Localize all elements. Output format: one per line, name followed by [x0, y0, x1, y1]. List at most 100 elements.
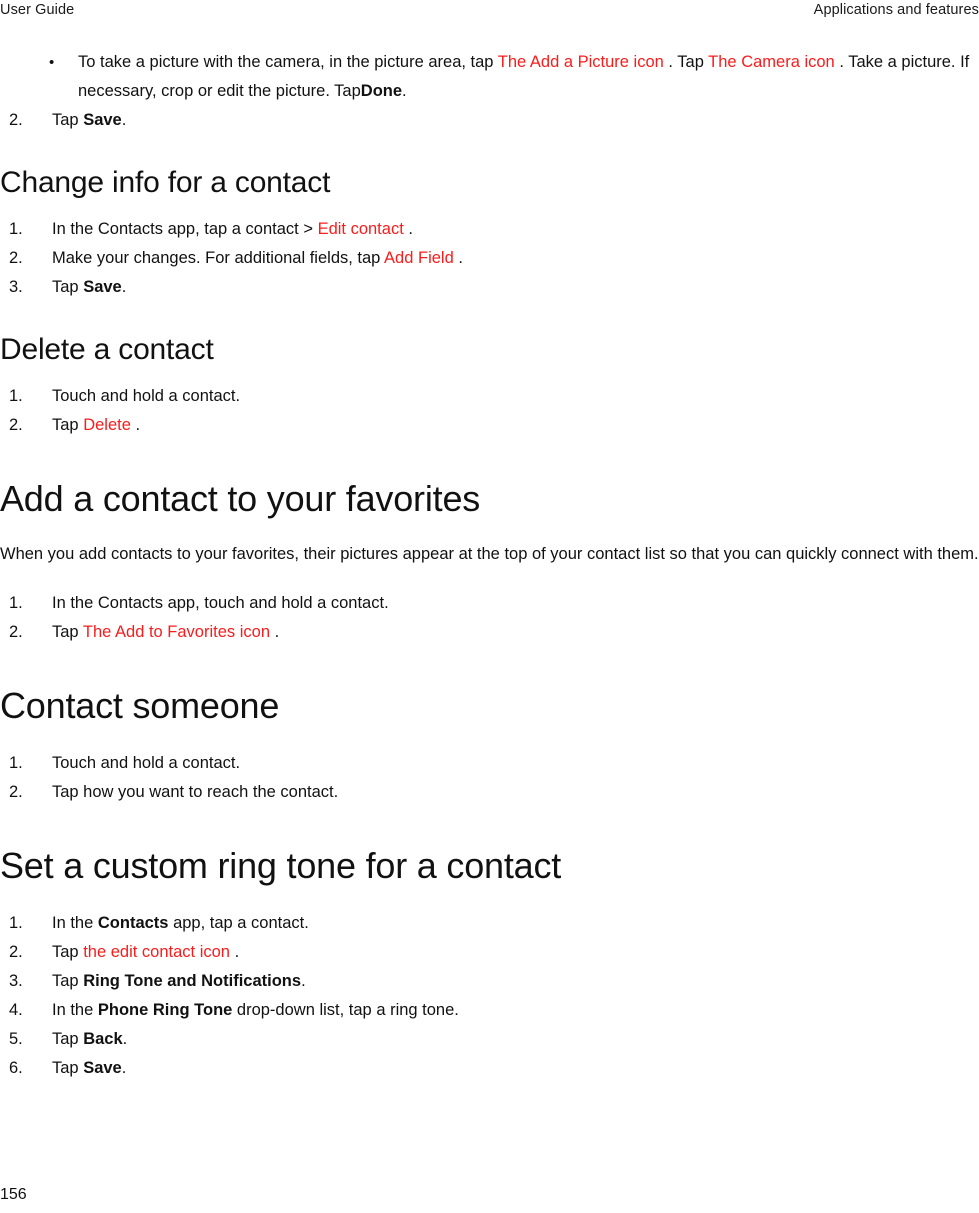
text-fragment: .: [121, 111, 127, 129]
list-item: 2. Tap Delete .: [0, 411, 979, 440]
list-item-text: Tap Delete .: [52, 411, 979, 440]
header-right-label: Applications and features: [813, 2, 979, 18]
list-item-number: 2.: [9, 416, 23, 434]
text-fragment: .: [408, 220, 413, 238]
list-item-text: In the Contacts app, touch and hold a co…: [52, 594, 389, 612]
text-fragment: .: [274, 623, 280, 641]
text-fragment: Make your changes. For additional fields…: [52, 249, 381, 267]
list-item-number: 1.: [9, 914, 23, 932]
list-item: 3. Tap Save.: [0, 273, 979, 302]
text-fragment: Tap: [52, 943, 79, 961]
text-fragment: To take a picture with the camera, in th…: [78, 53, 494, 71]
list-item: 2. Tap The Add to Favorites icon .: [0, 618, 979, 647]
ui-reference[interactable]: The Camera icon: [708, 53, 835, 71]
text-fragment: Tap: [52, 416, 79, 434]
running-header: User Guide Applications and features: [0, 0, 979, 26]
ui-label-bold: Save: [83, 278, 122, 296]
text-fragment: .: [121, 278, 127, 296]
list-item: • To take a picture with the camera, in …: [0, 48, 979, 106]
ui-reference[interactable]: Edit contact: [318, 220, 404, 238]
text-fragment: In the Contacts app, tap a contact >: [52, 220, 313, 238]
list-item-text: Tap the edit contact icon .: [52, 938, 979, 967]
list-item-number: 3.: [9, 278, 23, 296]
section-heading-change-info: Change info for a contact: [0, 166, 331, 199]
ui-label-bold: Save: [83, 1059, 122, 1077]
list-item-text: Tap Save.: [52, 1054, 979, 1083]
list-item: 2. Tap Save.: [0, 106, 979, 135]
section-heading-delete-contact: Delete a contact: [0, 333, 214, 366]
section-heading-contact-someone: Contact someone: [0, 685, 280, 726]
list-item-number: 2.: [9, 111, 23, 129]
list-item: 1. In the Contacts app, touch and hold a…: [0, 589, 979, 618]
text-fragment: Tap: [52, 972, 79, 990]
ui-reference[interactable]: the edit contact icon: [83, 943, 230, 961]
ui-reference[interactable]: The Add a Picture icon: [498, 53, 664, 71]
text-fragment: .: [458, 249, 463, 267]
bullet-marker: •: [49, 54, 55, 71]
steps-list-delete-contact: 1. Touch and hold a contact. 2. Tap Dele…: [0, 382, 979, 440]
text-fragment: Tap: [52, 1059, 79, 1077]
text-fragment: Tap: [52, 278, 79, 296]
section-heading-add-favorites: Add a contact to your favorites: [0, 478, 481, 519]
list-item: 2. Tap how you want to reach the contact…: [0, 778, 979, 807]
text-fragment: .: [402, 82, 407, 100]
steps-list-add-favorites: 1. In the Contacts app, touch and hold a…: [0, 589, 979, 647]
text-fragment: Tap: [52, 623, 79, 641]
list-item-number: 1.: [9, 594, 23, 612]
page-footer: 156: [0, 1185, 979, 1205]
ui-reference[interactable]: The Add to Favorites icon: [83, 623, 270, 641]
list-item-number: 1.: [9, 387, 23, 405]
document-page: User Guide Applications and features • T…: [0, 0, 979, 1213]
text-fragment: . Tap: [668, 53, 704, 71]
section-intro-paragraph: When you add contacts to your favorites,…: [0, 545, 979, 563]
list-item-number: 1.: [9, 220, 23, 238]
section-heading-custom-ring-tone: Set a custom ring tone for a contact: [0, 845, 562, 886]
list-item: 6. Tap Save.: [0, 1054, 979, 1083]
list-item-number: 2.: [9, 249, 23, 267]
list-item: 1. Touch and hold a contact.: [0, 749, 979, 778]
page-number: 156: [0, 1186, 27, 1203]
steps-list-contact-someone: 1. Touch and hold a contact. 2. Tap how …: [0, 749, 979, 807]
text-fragment: .: [301, 972, 306, 990]
list-item-number: 4.: [9, 1001, 23, 1019]
steps-list-custom-ring-tone: 1. In the Contacts app, tap a contact. 2…: [0, 909, 979, 1083]
ui-reference[interactable]: Add Field: [384, 249, 454, 267]
list-item: 2. Make your changes. For additional fie…: [0, 244, 979, 273]
text-fragment: In the: [52, 914, 94, 932]
list-item-number: 1.: [9, 754, 23, 772]
list-item-text: Make your changes. For additional fields…: [52, 244, 979, 273]
text-fragment: .: [122, 1030, 128, 1048]
ui-label-bold: Phone Ring Tone: [97, 1001, 233, 1019]
ui-label-bold: Contacts: [97, 914, 169, 932]
list-item-number: 3.: [9, 972, 23, 990]
list-item-number: 2.: [9, 623, 23, 641]
steps-list-change-info: 1. In the Contacts app, tap a contact > …: [0, 215, 979, 302]
list-item-text: In the Contacts app, tap a contact > Edi…: [52, 215, 979, 244]
list-item-text: To take a picture with the camera, in th…: [78, 48, 979, 106]
ui-reference[interactable]: Delete: [83, 416, 131, 434]
list-item-text: In the Contacts app, tap a contact.: [52, 909, 979, 938]
list-item: 5. Tap Back.: [0, 1025, 979, 1054]
list-item-text: Tap The Add to Favorites icon .: [52, 618, 979, 647]
ui-label-bold: Back: [83, 1030, 123, 1048]
text-fragment: app, tap a contact.: [168, 914, 309, 932]
list-item-text: Tap Save.: [52, 273, 979, 302]
list-item: 2. Tap the edit contact icon .: [0, 938, 979, 967]
list-item: 1. In the Contacts app, tap a contact.: [0, 909, 979, 938]
list-item-number: 2.: [9, 943, 23, 961]
list-item: 4. In the Phone Ring Tone drop-down list…: [0, 996, 979, 1025]
ui-label-bold: Save: [83, 111, 122, 129]
list-item-number: 6.: [9, 1059, 23, 1077]
list-item-number: 5.: [9, 1030, 23, 1048]
ui-label-bold: Done: [360, 82, 403, 100]
